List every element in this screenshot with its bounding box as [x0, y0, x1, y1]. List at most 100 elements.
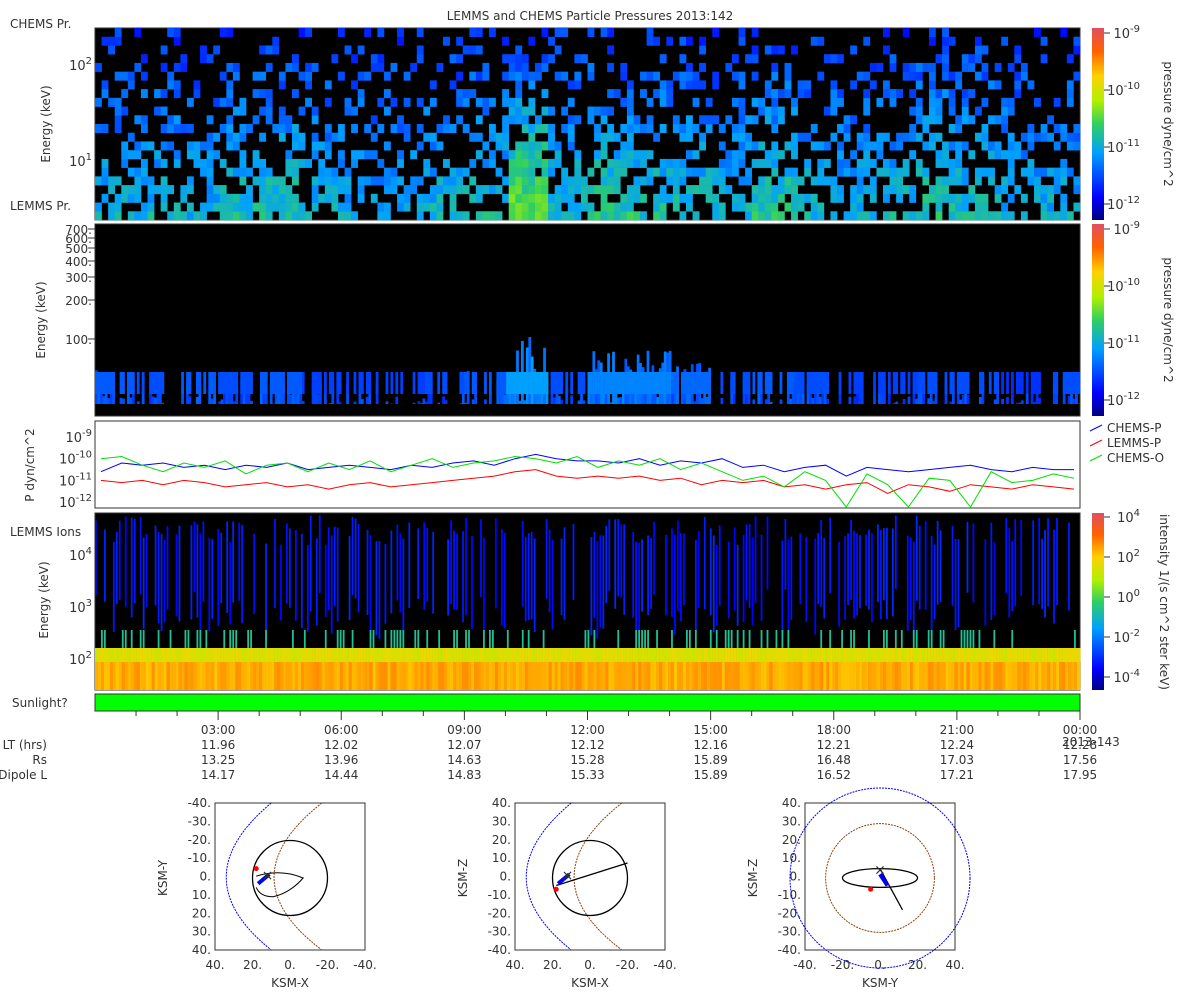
- chems-cell: [541, 167, 549, 177]
- lemms-cell: [109, 372, 113, 394]
- chems-cell: [337, 211, 345, 221]
- chems-cell: [909, 185, 917, 195]
- chems-cell: [653, 89, 661, 99]
- chems-cbar-label: pressure dyne/cm^2: [1161, 61, 1175, 186]
- ions-cell: [811, 648, 815, 662]
- lemms-cell: [186, 372, 189, 394]
- lemms-cell: [681, 372, 684, 394]
- chems-cell: [285, 115, 293, 125]
- chems-ytick: 101: [69, 152, 92, 170]
- lemms-cell: [188, 396, 192, 404]
- lemms-cell: [122, 372, 125, 394]
- chems-cell: [567, 124, 575, 134]
- lemms-cell: [533, 372, 537, 394]
- ions-cell: [966, 648, 970, 662]
- ions-cell: [850, 519, 852, 601]
- lemms-cell: [461, 372, 465, 394]
- orbit-xtick: 0.: [874, 958, 885, 972]
- ions-cell: [697, 531, 700, 609]
- chems-cell: [521, 193, 529, 203]
- chems-cell: [1040, 124, 1048, 134]
- chems-cell: [567, 97, 575, 107]
- chems-cell: [1014, 89, 1022, 99]
- chems-cell: [521, 106, 529, 116]
- chems-cell: [791, 193, 798, 203]
- chems-cell: [613, 167, 621, 177]
- chems-cell: [462, 167, 470, 177]
- chems-cell: [626, 158, 634, 168]
- chems-cell: [534, 176, 542, 186]
- chems-cell: [443, 36, 450, 46]
- ions-cell: [363, 648, 367, 662]
- lemms-cell: [1033, 401, 1036, 404]
- lemms-cell: [365, 396, 369, 404]
- ions-cell: [817, 648, 821, 662]
- ions-cell: [644, 648, 648, 662]
- chems-cell: [981, 124, 989, 134]
- chems-cell: [337, 124, 345, 134]
- chems-cell: [1001, 211, 1009, 221]
- chems-cell: [758, 97, 766, 107]
- chems-cell: [1047, 185, 1055, 195]
- chems-cell: [311, 141, 319, 151]
- ions-cell: [793, 648, 797, 662]
- chems-cell: [797, 176, 805, 186]
- lemms-cell: [550, 372, 554, 394]
- chems-cell: [659, 193, 667, 203]
- chems-cell: [994, 150, 1002, 160]
- chems-cell: [121, 158, 129, 168]
- chems-cell: [383, 71, 391, 81]
- ions-cell: [542, 648, 547, 662]
- ions-cell: [694, 630, 697, 648]
- chems-cell: [942, 54, 949, 64]
- ions-cell: [972, 630, 975, 648]
- chems-cell: [620, 124, 628, 134]
- lemms-cell: [764, 372, 768, 394]
- chems-cell: [515, 97, 523, 107]
- ions-cell: [1062, 648, 1066, 662]
- ions-cell: [438, 648, 442, 662]
- chems-cell: [738, 176, 746, 186]
- lemms-cell: [961, 394, 965, 404]
- row-value: 16.52: [817, 768, 851, 782]
- chems-cell: [285, 185, 293, 195]
- lemms-cell: [700, 372, 704, 394]
- ions-cell: [647, 648, 651, 662]
- ions-cell: [1050, 648, 1054, 662]
- lemms-cell: [668, 372, 672, 394]
- ions-ylabel: Energy (keV): [37, 561, 51, 638]
- chems-cell: [633, 150, 641, 160]
- chems-cell: [1007, 158, 1015, 168]
- chems-cell: [771, 115, 779, 125]
- ions-cell: [608, 648, 612, 662]
- ions-cell: [289, 528, 291, 608]
- lemms-cell: [420, 403, 423, 404]
- lemms-cell: [956, 372, 960, 394]
- ions-cell: [121, 648, 126, 662]
- ions-cell: [906, 535, 909, 631]
- chems-cell: [942, 36, 949, 46]
- pressure-legend: CHEMS-P LEMMS-P CHEMS-O: [1089, 421, 1164, 465]
- chems-cell: [482, 71, 490, 81]
- chems-cell: [935, 115, 943, 125]
- chems-cell: [777, 89, 785, 99]
- chems-ytick: 102: [69, 56, 92, 74]
- chems-cell: [213, 132, 221, 142]
- ions-cell: [697, 648, 702, 662]
- chems-cell: [751, 97, 759, 107]
- chems-cell: [548, 106, 555, 116]
- ions-cell: [978, 648, 982, 662]
- ions-cell: [339, 630, 342, 648]
- ions-cell: [462, 648, 466, 662]
- ions-cell: [566, 648, 570, 662]
- ions-cell: [805, 537, 808, 623]
- chems-cell: [383, 211, 391, 221]
- chems-cell: [127, 132, 135, 142]
- chems-cell: [600, 141, 608, 151]
- chems-cell: [370, 150, 378, 160]
- chems-cell: [554, 211, 562, 221]
- chems-cell: [305, 71, 312, 81]
- chems-cell: [784, 71, 792, 81]
- chems-cell: [718, 185, 726, 195]
- chems-cell: [429, 193, 437, 203]
